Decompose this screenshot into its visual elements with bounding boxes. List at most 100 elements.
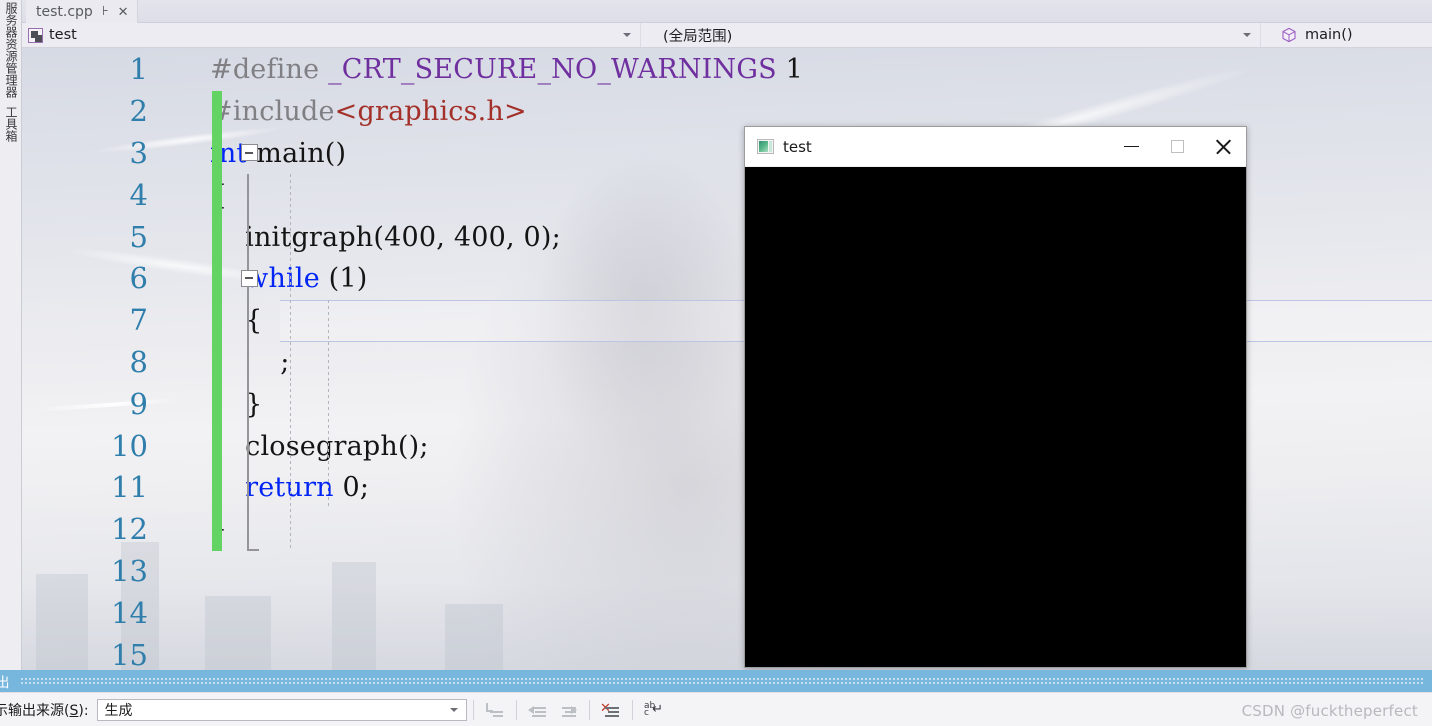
- line-number: 5: [129, 219, 148, 254]
- fold-collapse-button[interactable]: [241, 269, 258, 287]
- indent-guide: [290, 508, 291, 551]
- visual-studio-window: 服务器资源管理器 工具箱 test.cpp ⊦ ✕ test (全局范围) ma…: [0, 0, 1432, 726]
- line-number: 14: [111, 595, 148, 630]
- pin-icon[interactable]: ⊦: [102, 5, 109, 18]
- code-token-plain: 1: [776, 54, 804, 86]
- scope-label: (全局范围): [663, 28, 733, 45]
- sidebar-item-server-explorer[interactable]: 服务器资源管理器: [0, 0, 21, 102]
- left-tool-dock: 服务器资源管理器 工具箱: [0, 0, 22, 670]
- fold-connector-line: [247, 174, 249, 217]
- code-token-plain: closegraph();: [210, 430, 429, 462]
- change-bar: [212, 132, 222, 175]
- code-token-plain: initgraph(400, 400, 0);: [210, 221, 561, 253]
- project-icon: [28, 27, 43, 43]
- indent-guide: [290, 466, 291, 509]
- clear-all-icon[interactable]: ✕: [596, 697, 626, 723]
- go-to-message-icon[interactable]: [480, 697, 510, 723]
- code-token-plain: main(): [247, 137, 347, 169]
- glyph-margin[interactable]: [162, 592, 210, 634]
- toggle-word-wrap-icon[interactable]: ab c ↵: [639, 697, 669, 723]
- code-line-text[interactable]: closegraph();: [210, 433, 429, 460]
- output-pane-header[interactable]: 出: [0, 670, 1432, 692]
- fold-connector-line: [247, 341, 249, 384]
- toolbar-separator: [472, 699, 474, 720]
- indent-guide: [328, 466, 329, 509]
- code-line-text[interactable]: #define _CRT_SECURE_NO_WARNINGS 1: [210, 56, 803, 83]
- code-token-pp: #define: [210, 54, 329, 86]
- fold-connector-line: [247, 299, 249, 342]
- cube-icon: [1281, 27, 1297, 43]
- fold-collapse-button[interactable]: [241, 144, 258, 162]
- glyph-margin[interactable]: [162, 174, 210, 216]
- output-source-value: 生成: [104, 702, 133, 719]
- indent-guide: [290, 216, 291, 258]
- chevron-down-icon[interactable]: [449, 707, 458, 712]
- code-line-text[interactable]: int main(): [210, 140, 346, 167]
- glyph-margin[interactable]: [162, 551, 210, 593]
- project-selector[interactable]: test: [22, 23, 640, 47]
- indent-guide: [328, 383, 329, 426]
- change-bar: [212, 466, 222, 509]
- glyph-margin[interactable]: [162, 425, 210, 467]
- line-number: 8: [129, 344, 148, 379]
- chevron-down-icon[interactable]: [623, 33, 631, 37]
- line-number: 1: [129, 52, 148, 87]
- fold-connector-line: [247, 216, 249, 258]
- line-number: 2: [129, 94, 148, 129]
- scope-selector[interactable]: (全局范围): [640, 23, 1260, 47]
- line-number: 15: [111, 637, 148, 670]
- previous-message-icon[interactable]: [523, 697, 553, 723]
- line-number: 6: [129, 261, 148, 296]
- minimize-button[interactable]: [1108, 127, 1154, 166]
- toolbar-separator: [631, 699, 633, 720]
- fold-connector-line: [247, 508, 259, 551]
- line-number: 4: [129, 177, 148, 212]
- glyph-margin[interactable]: [162, 300, 210, 342]
- popup-title-bar[interactable]: test: [745, 127, 1246, 167]
- close-button[interactable]: [1200, 127, 1246, 166]
- indent-guide: [290, 341, 291, 384]
- glyph-margin[interactable]: [162, 467, 210, 509]
- maximize-button[interactable]: [1154, 127, 1200, 166]
- indent-guide: [328, 425, 329, 467]
- code-line[interactable]: 1 #define _CRT_SECURE_NO_WARNINGS 1: [22, 49, 1432, 91]
- glyph-margin[interactable]: [162, 91, 210, 133]
- code-token-macro: _CRT_SECURE_NO_WARNINGS: [328, 54, 777, 86]
- document-tab-test-cpp[interactable]: test.cpp ⊦ ✕: [26, 0, 138, 23]
- glyph-margin[interactable]: [162, 49, 210, 91]
- glyph-margin[interactable]: [162, 342, 210, 384]
- code-line-text[interactable]: while (1): [210, 265, 368, 292]
- glyph-margin[interactable]: [162, 133, 210, 175]
- line-number: 13: [111, 553, 148, 588]
- glyph-margin[interactable]: [162, 634, 210, 670]
- project-label: test: [49, 27, 77, 43]
- glyph-margin[interactable]: [162, 509, 210, 551]
- fold-connector-line: [247, 425, 249, 467]
- chevron-down-icon[interactable]: [1243, 33, 1251, 37]
- change-bar: [212, 257, 222, 300]
- sidebar-item-toolbox[interactable]: 工具箱: [0, 102, 21, 146]
- document-tab-label: test.cpp: [36, 3, 93, 20]
- indent-guide: [290, 257, 291, 300]
- graphics-output-window[interactable]: test: [744, 126, 1247, 668]
- toolbar-separator: [588, 699, 590, 720]
- code-token-plain: (1): [319, 263, 368, 295]
- graphics-canvas[interactable]: [745, 167, 1246, 667]
- next-message-icon[interactable]: [553, 697, 583, 723]
- glyph-margin[interactable]: [162, 216, 210, 258]
- close-icon[interactable]: ✕: [118, 5, 129, 18]
- code-line-text[interactable]: initgraph(400, 400, 0);: [210, 224, 561, 251]
- indent-guide: [290, 383, 291, 426]
- code-line-text[interactable]: #include<graphics.h>: [210, 98, 527, 125]
- change-bar: [212, 341, 222, 384]
- fold-connector-line: [247, 466, 249, 509]
- change-bar: [212, 508, 222, 551]
- output-pane-grip[interactable]: [19, 676, 1424, 686]
- change-bar: [212, 425, 222, 467]
- glyph-margin[interactable]: [162, 258, 210, 300]
- indent-guide: [290, 425, 291, 467]
- change-bar: [212, 174, 222, 217]
- function-selector[interactable]: main(): [1260, 23, 1432, 47]
- output-source-dropdown[interactable]: 生成: [96, 698, 467, 721]
- glyph-margin[interactable]: [162, 383, 210, 425]
